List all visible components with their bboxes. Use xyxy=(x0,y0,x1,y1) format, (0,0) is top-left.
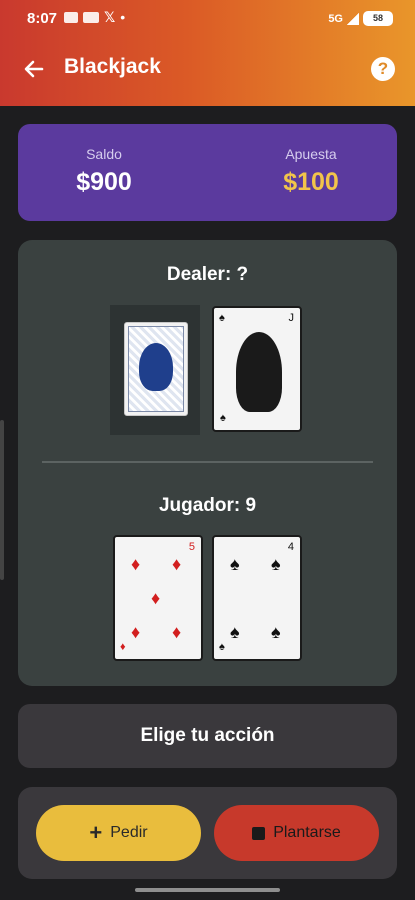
action-prompt: Elige tu acción xyxy=(18,704,397,768)
help-button[interactable]: ? xyxy=(371,57,395,81)
spade-pip-icon: ♠ xyxy=(230,554,240,574)
card-back xyxy=(124,322,188,416)
card-corner-suit-bottom: ♠ xyxy=(219,641,225,653)
dealer-label: Dealer: ? xyxy=(166,264,249,285)
card-rank: 4 xyxy=(287,541,294,553)
hit-button-label: Pedir xyxy=(110,824,148,841)
apuesta-section: Apuesta $100 xyxy=(236,146,386,197)
diamond-pip-icon: ♦ xyxy=(131,554,141,574)
arrow-left-icon xyxy=(24,60,44,78)
card-rank: 5 xyxy=(188,541,195,553)
system-icons: 5G 58 xyxy=(328,11,393,26)
diamond-pip-icon: ♦ xyxy=(131,622,141,642)
spade-pip-icon: ♠ xyxy=(230,622,240,642)
dealer-hidden-card-slot xyxy=(110,305,200,435)
dealer-card-jack-spades: ♠ J ♠ xyxy=(212,306,302,432)
app-notification-icon xyxy=(64,12,78,23)
page-title: Blackjack xyxy=(64,55,161,78)
status-time: 8:07 xyxy=(27,10,58,27)
card-corner-suit-bottom: ♦ xyxy=(120,641,126,653)
back-button[interactable] xyxy=(20,55,48,83)
saldo-label: Saldo xyxy=(86,146,122,162)
diamond-pip-icon: ♦ xyxy=(172,554,182,574)
card-corner-suit: ♠ xyxy=(219,312,225,324)
diamond-pip-icon: ♦ xyxy=(151,588,161,608)
player-card-5-diamonds: 5 ♦ ♦ ♦ ♦ ♦ ♦ xyxy=(113,535,203,661)
edge-panel-handle[interactable] xyxy=(0,420,4,580)
plus-icon: + xyxy=(89,820,103,845)
diamond-pip-icon: ♦ xyxy=(172,622,182,642)
spade-pip-icon: ♠ xyxy=(271,622,281,642)
hand-divider xyxy=(42,461,373,463)
stand-button[interactable]: Plantarse xyxy=(214,805,379,861)
game-table: Dealer: ? ♠ J ♠ Jugador: 9 5 ♦ ♦ ♦ ♦ ♦ ♦… xyxy=(18,240,397,686)
notification-icons: 𝕏 • xyxy=(64,9,126,25)
stop-icon xyxy=(252,826,266,840)
youtube-icon xyxy=(83,12,99,23)
hit-button[interactable]: + Pedir xyxy=(36,805,201,861)
player-label: Jugador: 9 xyxy=(158,495,257,516)
card-back-logo-icon xyxy=(139,343,173,391)
saldo-value: $900 xyxy=(76,168,132,196)
app-header: 8:07 𝕏 • 5G 58 Blackjack ? xyxy=(0,0,415,106)
apuesta-value: $100 xyxy=(283,168,339,196)
stand-button-label: Plantarse xyxy=(273,824,341,841)
jack-portrait-icon xyxy=(236,332,282,412)
status-bar: 8:07 𝕏 • 5G 58 xyxy=(0,0,415,38)
card-rank: J xyxy=(288,312,295,324)
card-corner-suit-bottom: ♠ xyxy=(220,412,226,424)
signal-icon xyxy=(347,12,359,25)
x-icon: 𝕏 xyxy=(104,9,116,25)
more-notifications-icon: • xyxy=(120,9,126,25)
apuesta-label: Apuesta xyxy=(285,146,337,162)
saldo-section: Saldo $900 xyxy=(29,146,179,197)
balance-card: Saldo $900 Apuesta $100 xyxy=(18,124,397,221)
player-card-4-spades: 4 ♠ ♠ ♠ ♠ ♠ xyxy=(212,535,302,661)
action-buttons-panel: + Pedir Plantarse xyxy=(18,787,397,879)
network-label: 5G xyxy=(328,12,343,25)
spade-pip-icon: ♠ xyxy=(271,554,281,574)
home-indicator[interactable] xyxy=(135,888,280,892)
battery-icon: 58 xyxy=(363,11,393,26)
